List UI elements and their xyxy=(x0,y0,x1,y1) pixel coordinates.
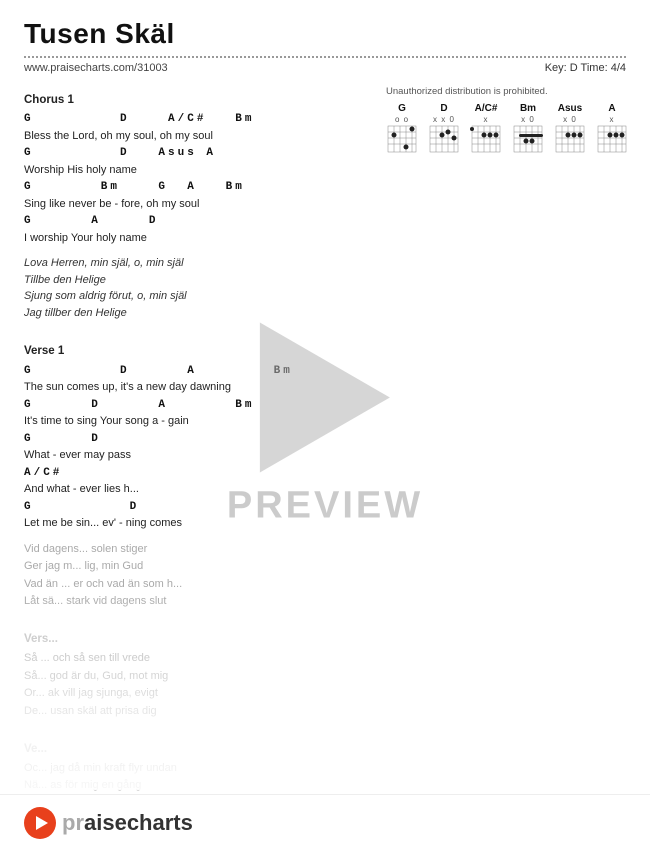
lyric-line: It's time to sing Your song a - gain xyxy=(24,413,370,430)
chord-grid-Asus xyxy=(554,124,586,154)
header: Tusen Skäl www.praisecharts.com/31003 Ke… xyxy=(0,0,650,74)
lyric-line: What - ever may pass xyxy=(24,447,370,464)
blurred-line: Nä... as för mig en gång xyxy=(24,777,370,795)
content-area: Chorus 1 G D A/C# Bm Bless the Lord, oh … xyxy=(0,82,650,848)
url-row: www.praisecharts.com/31003 Key: D Time: … xyxy=(24,62,626,74)
section-verse2: Vers... xyxy=(24,631,370,648)
section-chorus1: Chorus 1 xyxy=(24,92,370,109)
blurred-line: Låt sä... stark vid dagens slut xyxy=(24,593,370,611)
chord-grid-G xyxy=(386,124,418,154)
chord-name-Asus: Asus xyxy=(558,103,582,114)
chord-dots-D: x x 0 xyxy=(433,115,455,124)
url-text: www.praisecharts.com/31003 xyxy=(24,62,168,74)
key-time: Key: D Time: 4/4 xyxy=(545,62,626,74)
chord-diagram-AC#: A/C# x xyxy=(470,103,502,154)
lyric-line: Bless the Lord, oh my soul, oh my soul xyxy=(24,128,370,145)
chord-line: G D xyxy=(24,431,370,448)
lyric-line: The sun comes up, it's a new day dawning xyxy=(24,379,370,396)
chord-line: G D xyxy=(24,499,370,516)
section-verse1: Verse 1 xyxy=(24,343,370,360)
page-title: Tusen Skäl xyxy=(24,18,626,50)
chord-grid-Bm xyxy=(512,124,544,154)
lyric-line: Sing like never be - fore, oh my soul xyxy=(24,196,370,213)
right-column: Unauthorized distribution is prohibited.… xyxy=(386,82,626,848)
swedish-line: Tillbe den Helige xyxy=(24,272,370,289)
swedish-line: Sjung som aldrig förut, o, min själ xyxy=(24,288,370,305)
chord-diagram-G: G o o xyxy=(386,103,418,154)
chord-line: A/C# xyxy=(24,465,370,482)
footer: praisecharts xyxy=(0,794,650,850)
chord-line: G D A Bm xyxy=(24,363,370,380)
chord-diagrams: G o o xyxy=(386,103,626,154)
blurred-line: Vid dagens... solen stiger xyxy=(24,541,370,559)
blurred-line: De... usan skäl att prisa dig xyxy=(24,703,370,721)
chord-diagram-Asus: Asus x 0 xyxy=(554,103,586,154)
blurred-line: Så... god är du, Gud, mot mig xyxy=(24,668,370,686)
chord-line: G D Asus A xyxy=(24,145,370,162)
chord-dots-A: x xyxy=(610,115,615,124)
swedish-line: Jag tillber den Helige xyxy=(24,305,370,322)
blurred-section: Så ... och så sen till vrede Så... god ä… xyxy=(24,650,370,720)
blurred-line: Or... ak vill jag sjunga, evigt xyxy=(24,685,370,703)
footer-brand: praisecharts xyxy=(62,810,193,836)
left-column: Chorus 1 G D A/C# Bm Bless the Lord, oh … xyxy=(24,82,370,848)
footer-brand-prefix: pr xyxy=(62,810,84,835)
chord-name-G: G xyxy=(398,103,406,114)
blurred-line: Så ... och så sen till vrede xyxy=(24,650,370,668)
chord-line: G D A/C# Bm xyxy=(24,111,370,128)
footer-logo: praisecharts xyxy=(24,807,193,839)
lyric-line: I worship Your holy name xyxy=(24,230,370,247)
lyric-line: And what - ever lies h... xyxy=(24,481,370,498)
lyric-line: Let me be sin... ev' - ning comes xyxy=(24,515,370,532)
chord-diagram-A: A x xyxy=(596,103,628,154)
lyric-line: Worship His holy name xyxy=(24,162,370,179)
section-verse3: Ve... xyxy=(24,741,370,758)
chord-dots-Bm: x 0 xyxy=(521,115,535,124)
chord-dots-G: o o xyxy=(395,115,409,124)
page: Tusen Skäl www.praisecharts.com/31003 Ke… xyxy=(0,0,650,850)
chord-diagram-Bm: Bm x 0 xyxy=(512,103,544,154)
chord-dots-Asus: x 0 xyxy=(563,115,577,124)
chord-name-Bm: Bm xyxy=(520,103,536,114)
blurred-line: Vad än ... er och vad än som h... xyxy=(24,576,370,594)
chord-grid-D xyxy=(428,124,460,154)
chord-name-A: A xyxy=(608,103,615,114)
play-triangle-icon xyxy=(36,816,48,830)
divider xyxy=(24,56,626,58)
blurred-line: Oc... jag då min kraft flyr undan xyxy=(24,760,370,778)
chord-line: G Bm G A Bm xyxy=(24,179,370,196)
chord-grid-A xyxy=(596,124,628,154)
chord-name-AC#: A/C# xyxy=(475,103,498,114)
chord-name-D: D xyxy=(440,103,447,114)
chord-grid-AC# xyxy=(470,124,502,154)
chord-line: G D A Bm xyxy=(24,397,370,414)
chord-diagram-D: D x x 0 xyxy=(428,103,460,154)
blurred-line: Ger jag m... lig, min Gud xyxy=(24,558,370,576)
play-icon xyxy=(24,807,56,839)
blurred-section: Vid dagens... solen stiger Ger jag m... … xyxy=(24,541,370,611)
unauthorized-text: Unauthorized distribution is prohibited. xyxy=(386,86,626,97)
swedish-line: Lova Herren, min själ, o, min själ xyxy=(24,255,370,272)
chord-dots-AC#: x xyxy=(484,115,489,124)
chord-line: G A D xyxy=(24,213,370,230)
footer-brand-suffix: aisecharts xyxy=(84,810,193,835)
